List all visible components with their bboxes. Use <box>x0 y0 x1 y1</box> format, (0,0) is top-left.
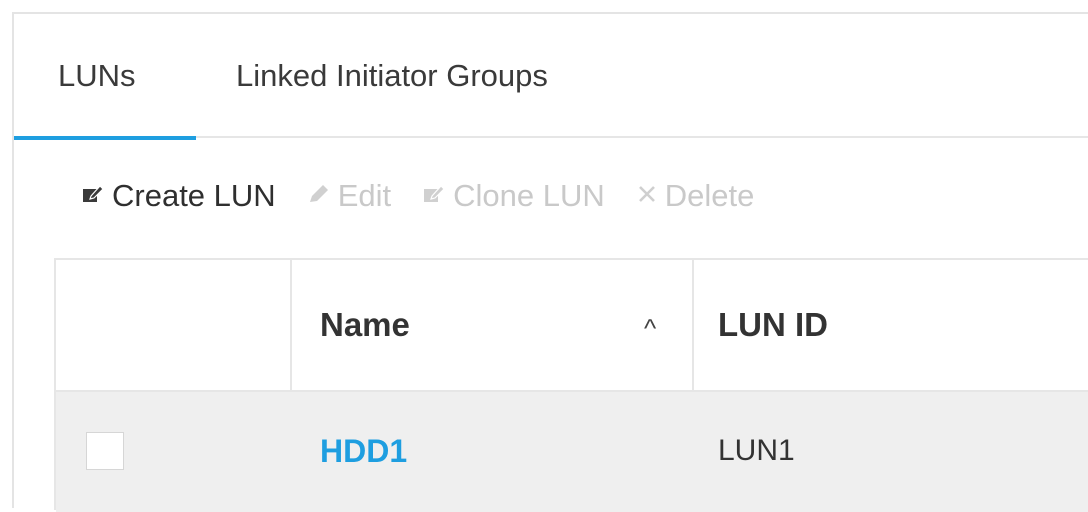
luns-table: Name ^ LUN ID HDD1 LUN1 <box>54 258 1088 512</box>
tab-linked-initiator-groups[interactable]: Linked Initiator Groups <box>236 14 548 138</box>
clone-lun-button[interactable]: Clone LUN <box>423 178 605 214</box>
tab-luns[interactable]: LUNs <box>58 14 194 138</box>
name-column-label: Name <box>320 306 410 343</box>
clone-lun-label: Clone LUN <box>453 178 605 213</box>
tab-luns-label: LUNs <box>58 58 136 93</box>
row-checkbox[interactable] <box>86 432 124 470</box>
tab-bar: LUNs Linked Initiator Groups <box>14 14 1088 140</box>
lun-id-column-header[interactable]: LUN ID <box>694 260 1088 390</box>
lun-name-link[interactable]: HDD1 <box>320 392 407 512</box>
pencil-icon <box>308 184 330 209</box>
lun-id-cell: LUN1 <box>718 434 795 467</box>
select-column-header <box>56 260 292 390</box>
chevron-up-icon[interactable]: ^ <box>644 260 656 390</box>
edit-label: Edit <box>337 178 392 213</box>
edit-square-icon <box>82 184 104 209</box>
create-lun-label: Create LUN <box>112 178 276 213</box>
delete-button[interactable]: Delete <box>637 178 755 214</box>
lun-id-column-label: LUN ID <box>718 306 828 343</box>
delete-label: Delete <box>664 178 755 213</box>
active-tab-indicator <box>14 136 196 140</box>
create-lun-button[interactable]: Create LUN <box>82 178 276 214</box>
edit-button[interactable]: Edit <box>308 178 391 214</box>
tab-linked-initiator-groups-label: Linked Initiator Groups <box>236 58 548 93</box>
close-icon <box>637 184 657 209</box>
name-column-header[interactable]: Name <box>292 260 694 390</box>
luns-panel: LUNs Linked Initiator Groups Create LUN … <box>12 12 1088 512</box>
table-header: Name ^ LUN ID <box>56 260 1088 392</box>
table-row[interactable]: HDD1 LUN1 <box>56 392 1088 512</box>
toolbar: Create LUN Edit Clone LUN Delete <box>82 176 786 216</box>
edit-square-icon <box>423 184 445 209</box>
